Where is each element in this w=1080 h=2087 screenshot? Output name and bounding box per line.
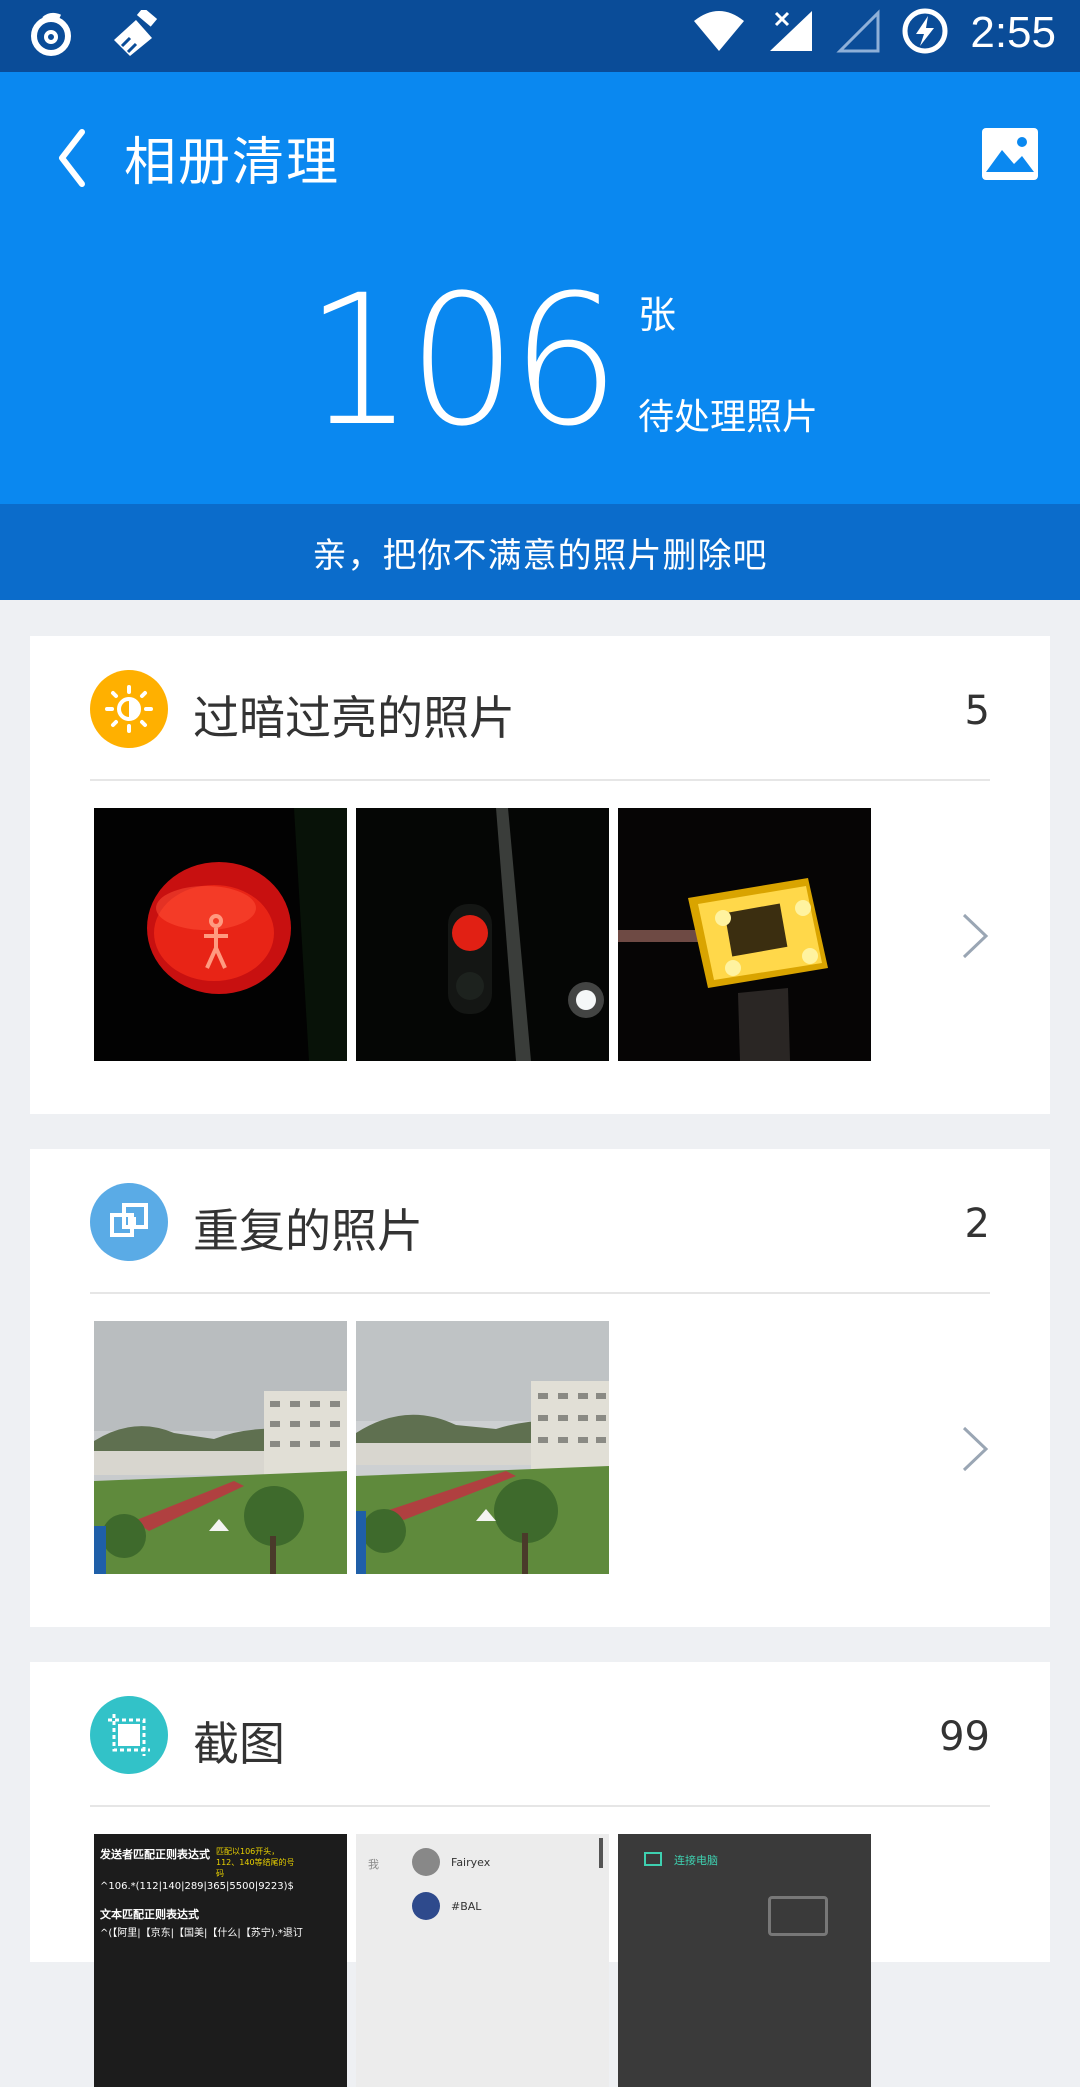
brightness-icon [90, 670, 168, 748]
duplicate-icon [90, 1183, 168, 1261]
screenshot-thumbnail[interactable]: 发送者匹配正则表达式 匹配以106开头，112、140等结尾的号码 ^106.*… [94, 1834, 347, 2087]
back-button[interactable] [48, 122, 108, 192]
signal-icon [768, 9, 814, 57]
section-count: 2 [964, 1201, 990, 1247]
thumbnail-row [94, 808, 871, 1061]
signal-empty-icon [836, 9, 880, 57]
thumbnail-row: 发送者匹配正则表达式 匹配以106开头，112、140等结尾的号码 ^106.*… [94, 1834, 871, 2087]
photo-thumbnail[interactable] [356, 1321, 609, 1574]
avatar [412, 1892, 440, 1920]
chevron-right-icon[interactable] [958, 1424, 992, 1474]
section-count: 5 [964, 688, 990, 734]
section-duplicates[interactable]: 重复的照片 2 [30, 1149, 1050, 1627]
thumb-text: 匹配以106开头，112、140等结尾的号码 [216, 1847, 295, 1878]
thumb-text: #BAL [451, 1900, 482, 1913]
thumb-text: 发送者匹配正则表达式 [100, 1848, 210, 1861]
count-label: 待处理照片 [638, 397, 819, 438]
thumb-text: 连接电脑 [674, 1854, 718, 1867]
header: 相册清理 106 张 待处理照片 [0, 72, 1080, 504]
page-title: 相册清理 [124, 133, 341, 193]
back-arrow-icon [59, 129, 85, 187]
section-header: 截图 99 [30, 1662, 1050, 1807]
laptop-icon [768, 1896, 828, 1936]
thumb-text: ^106.*(112|140|289|365|5500|9223)$ [100, 1881, 294, 1892]
battery-charging-icon [902, 8, 948, 58]
thumb-text: 我 [368, 1858, 379, 1871]
divider [90, 1805, 990, 1807]
crop-icon [90, 1696, 168, 1774]
monitor-icon [644, 1852, 662, 1866]
thumb-text: Fairyex [451, 1856, 491, 1869]
screenshot-thumbnail[interactable]: 我 Fairyex #BAL [356, 1834, 609, 2087]
section-header: 重复的照片 2 [30, 1149, 1050, 1294]
section-screenshots[interactable]: 截图 99 发送者匹配正则表达式 匹配以106开头，112、140等结尾的号码 … [30, 1662, 1050, 2087]
section-title: 过暗过亮的照片 [193, 691, 515, 745]
avatar [412, 1848, 440, 1876]
screenshot-thumbnail[interactable]: 连接电脑 [618, 1834, 871, 2087]
count-unit: 张 [638, 293, 677, 337]
thumbnail-row [94, 1321, 609, 1574]
photo-thumbnail[interactable] [618, 808, 871, 1061]
status-bar: 2:55 [0, 0, 1080, 72]
wifi-icon [692, 9, 746, 57]
divider [90, 779, 990, 781]
divider [90, 1292, 990, 1294]
section-title: 重复的照片 [193, 1204, 423, 1258]
clock: 2:55 [970, 8, 1056, 57]
photo-thumbnail[interactable] [94, 1321, 347, 1574]
scrollbar [599, 1838, 603, 1868]
pending-count: 106 张 待处理照片 [0, 272, 1080, 492]
cleaner-brush-icon [108, 7, 164, 62]
section-title: 截图 [193, 1717, 285, 1771]
section-header: 过暗过亮的照片 5 [30, 636, 1050, 781]
album-button[interactable] [982, 128, 1038, 180]
thumb-text: ^(【阿里|【京东|【国美|【什么|【苏宁).*退订 [100, 1928, 303, 1939]
netease-music-icon [28, 11, 74, 61]
section-count: 99 [939, 1714, 990, 1760]
count-number: 106 [305, 257, 620, 466]
photo-thumbnail[interactable] [356, 808, 609, 1061]
image-icon [982, 128, 1038, 180]
tip-banner: 亲，把你不满意的照片删除吧 [0, 504, 1080, 600]
chevron-right-icon[interactable] [958, 911, 992, 961]
section-dark-bright[interactable]: 过暗过亮的照片 5 [30, 636, 1050, 1114]
photo-thumbnail[interactable] [94, 808, 347, 1061]
